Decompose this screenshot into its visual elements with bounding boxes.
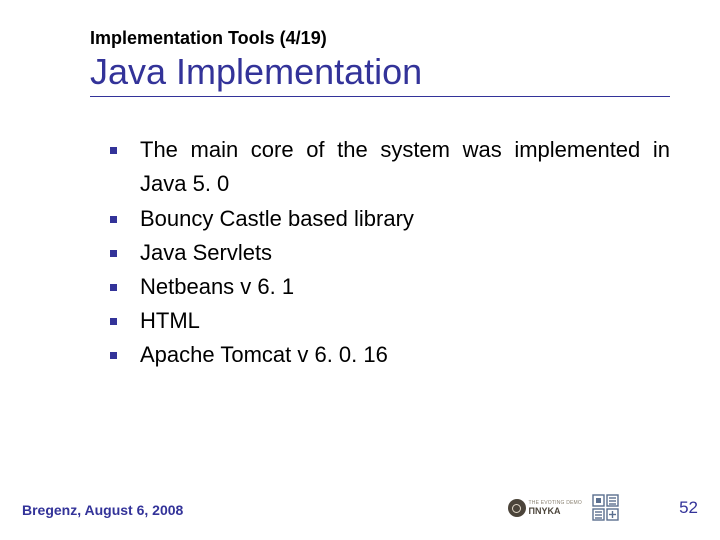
institution-logo — [592, 494, 620, 522]
footer-location: Bregenz, August 6, 2008 — [22, 502, 183, 518]
breadcrumb: Implementation Tools (4/19) — [90, 28, 670, 49]
list-item: Java Servlets — [110, 236, 670, 270]
pnyka-logo: THE EVOTING DEMO ΠΝΥΚΑ — [508, 499, 582, 517]
page-number: 52 — [679, 498, 698, 518]
list-item: Bouncy Castle based library — [110, 202, 670, 236]
page-title: Java Implementation — [90, 51, 670, 97]
list-item: Netbeans v 6. 1 — [110, 270, 670, 304]
logos: THE EVOTING DEMO ΠΝΥΚΑ — [508, 494, 620, 522]
list-item: The main core of the system was implemen… — [110, 133, 670, 201]
pnyka-text: ΠΝΥΚΑ — [529, 507, 582, 516]
list-item: HTML — [110, 304, 670, 338]
bullet-list: The main core of the system was implemen… — [90, 133, 670, 372]
pnyka-icon — [508, 499, 526, 517]
list-item: Apache Tomcat v 6. 0. 16 — [110, 338, 670, 372]
